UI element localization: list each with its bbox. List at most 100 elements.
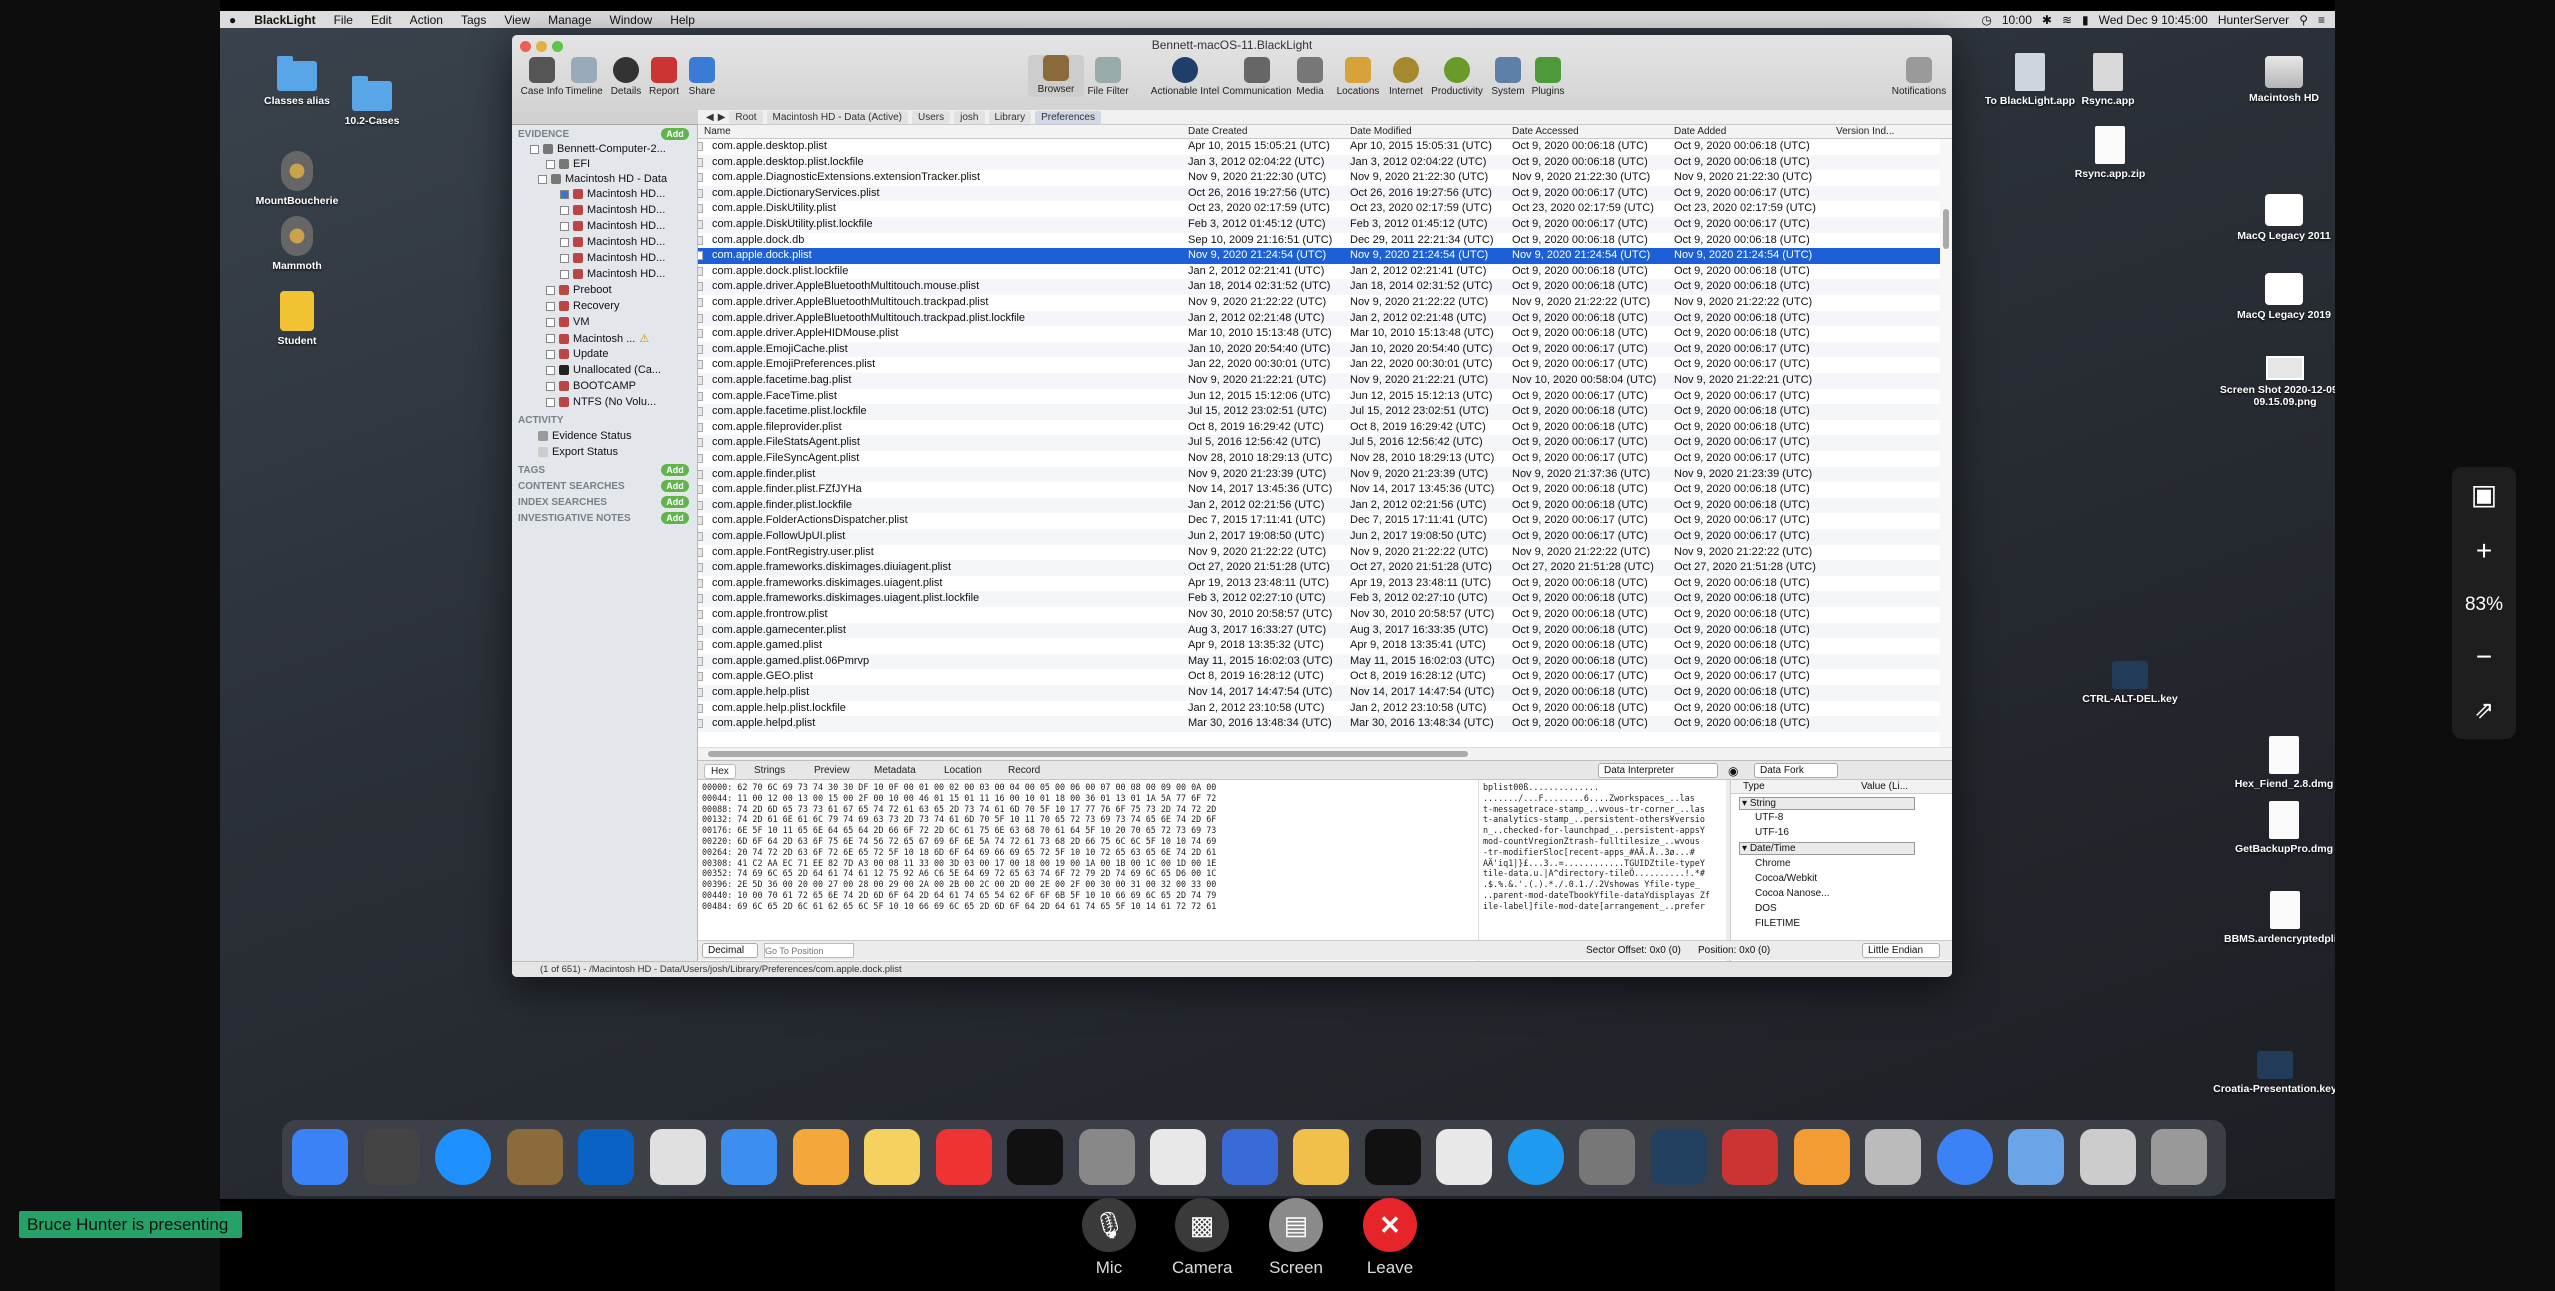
table-row[interactable]: com.apple.driver.AppleBluetoothMultitouc…: [698, 295, 1952, 311]
apple-menu-icon[interactable]: ●: [220, 13, 245, 27]
finder-icon[interactable]: [292, 1129, 348, 1185]
control-center-icon[interactable]: ≡: [2318, 13, 2325, 27]
table-row[interactable]: com.apple.FileStatsAgent.plist Jul 5, 201…: [698, 435, 1952, 451]
interp-group-string[interactable]: ▾ String: [1739, 797, 1915, 810]
section-tags[interactable]: TAGS: [518, 465, 545, 476]
table-row[interactable]: com.apple.finder.plist.lockfile Jan 2, 20…: [698, 497, 1952, 514]
scroll-thumb[interactable]: [1943, 209, 1949, 249]
battery-icon[interactable]: ▮: [2082, 13, 2089, 27]
tree-item[interactable]: NTFS (No Volu...: [546, 396, 656, 408]
toolbar-share[interactable]: Share: [674, 57, 730, 97]
menu-action[interactable]: Action: [401, 13, 452, 27]
breadcrumb-library[interactable]: Library: [988, 110, 1032, 124]
preview-icon[interactable]: [1078, 1129, 1135, 1185]
numbers-icon[interactable]: [1150, 1129, 1206, 1185]
tree-item[interactable]: Macintosh HD...: [560, 204, 665, 216]
eye-icon[interactable]: ◉: [1728, 764, 1738, 778]
menu-view[interactable]: View: [495, 13, 539, 27]
notes-icon[interactable]: [864, 1129, 920, 1185]
desktop-icon-rsync-app[interactable]: Rsync.app: [2043, 53, 2173, 107]
tree-item[interactable]: Update: [546, 348, 608, 360]
zoom-out-button[interactable]: −: [2452, 629, 2516, 685]
app-store-icon[interactable]: [1507, 1129, 1564, 1185]
menu-tags[interactable]: Tags: [452, 13, 495, 27]
table-row[interactable]: com.apple.EmojiPreferences.plist Jan 22, …: [698, 357, 1952, 373]
add-note-button[interactable]: Add: [661, 512, 689, 524]
col-date-modified[interactable]: Date Modified: [1350, 126, 1412, 137]
desktop-icon-rsync-zip[interactable]: Rsync.app.zip: [2045, 126, 2175, 180]
table-row[interactable]: com.apple.DictionaryServices.plist Oct 26…: [698, 185, 1952, 202]
image-capture-icon[interactable]: [1650, 1129, 1707, 1185]
mic-button[interactable]: 🎙 Mic: [1079, 1198, 1139, 1278]
messages-icon[interactable]: [721, 1129, 777, 1185]
desktop-icon-student[interactable]: Student: [232, 291, 362, 347]
leave-button[interactable]: ✕ Leave: [1360, 1198, 1420, 1278]
textedit-icon[interactable]: [1436, 1129, 1492, 1185]
table-row[interactable]: com.apple.finder.plist.FZfJYHa Nov 14, 20…: [698, 482, 1952, 498]
desktop-icon-getbackup[interactable]: GetBackupPro.dmg: [2219, 801, 2335, 855]
tab-strings[interactable]: Strings: [748, 764, 791, 777]
breadcrumb-preferences[interactable]: Preferences: [1035, 110, 1101, 124]
tree-item[interactable]: Macintosh HD...: [560, 188, 665, 200]
toolbar-actionable-intel[interactable]: Actionable Intel: [1148, 57, 1222, 97]
table-row[interactable]: com.apple.driver.AppleHIDMouse.plist Mar …: [698, 326, 1952, 342]
section-investigative-notes[interactable]: INVESTIGATIVE NOTES: [518, 513, 631, 524]
toolbar-productivity[interactable]: Productivity: [1426, 57, 1488, 97]
table-row[interactable]: com.apple.EmojiCache.plist Jan 10, 2020 2…: [698, 341, 1952, 358]
data-fork-select[interactable]: Data Fork: [1754, 763, 1838, 778]
interp-item[interactable]: Cocoa/Webkit: [1755, 873, 1817, 884]
system-preferences-icon[interactable]: [1579, 1129, 1635, 1185]
col-date-added[interactable]: Date Added: [1674, 126, 1726, 137]
evidence-status-item[interactable]: Evidence Status: [538, 430, 632, 442]
col-name[interactable]: Name: [704, 126, 731, 137]
table-row[interactable]: com.apple.DiagnosticExtensions.extension…: [698, 170, 1952, 186]
pop-out-icon[interactable]: ⇗: [2452, 683, 2516, 739]
col-date-created[interactable]: Date Created: [1188, 126, 1247, 137]
breadcrumb-root[interactable]: Root: [729, 110, 763, 124]
bluetooth-icon[interactable]: ✱: [2042, 13, 2052, 27]
wifi-icon[interactable]: ≋: [2062, 13, 2072, 27]
desktop-icon-cases[interactable]: 10.2-Cases: [307, 76, 437, 127]
tab-metadata[interactable]: Metadata: [868, 764, 922, 777]
mail-icon[interactable]: [506, 1129, 563, 1185]
table-row[interactable]: com.apple.dock.plist.lockfile Jan 2, 2012…: [698, 264, 1952, 280]
slack-icon[interactable]: [649, 1129, 706, 1185]
section-content-searches[interactable]: CONTENT SEARCHES: [518, 481, 625, 492]
menu-app-name[interactable]: BlackLight: [245, 13, 324, 27]
table-row[interactable]: com.apple.driver.AppleBluetoothMultitouc…: [698, 310, 1952, 327]
camera-button[interactable]: ▩ Camera: [1172, 1198, 1232, 1278]
desktop-icon-macq-2019[interactable]: MacQ Legacy 2019: [2219, 273, 2335, 321]
horizontal-scrollbar[interactable]: [698, 747, 1952, 760]
table-row[interactable]: com.apple.frameworks.diskimages.uiagent.…: [698, 576, 1952, 592]
table-row[interactable]: com.apple.fileprovider.plist Oct 8, 2019 …: [698, 420, 1952, 436]
spotlight-icon[interactable]: ⚲: [2299, 13, 2308, 27]
table-row[interactable]: com.apple.FaceTime.plist Jun 12, 2015 15:…: [698, 389, 1952, 405]
documents-stack-icon[interactable]: [2079, 1129, 2136, 1185]
screenflow-icon[interactable]: [1722, 1129, 1778, 1185]
menu-file[interactable]: File: [325, 13, 362, 27]
tree-item[interactable]: Macintosh HD - Data: [538, 173, 667, 185]
col-version[interactable]: Version Ind...: [1836, 126, 1894, 137]
desktop-icon-bbms[interactable]: BBMS.ardencryptedplist: [2210, 891, 2335, 945]
menu-edit[interactable]: Edit: [362, 13, 401, 27]
menu-datetime[interactable]: Wed Dec 9 10:45:00: [2099, 13, 2208, 27]
menu-user[interactable]: HunterServer: [2218, 13, 2289, 27]
tree-item[interactable]: Macintosh HD...: [560, 220, 665, 232]
interp-col-type[interactable]: Type: [1743, 781, 1765, 792]
interp-item[interactable]: FILETIME: [1755, 918, 1800, 929]
table-row[interactable]: com.apple.GEO.plist Oct 8, 2019 16:28:12 …: [698, 669, 1952, 685]
table-row[interactable]: com.apple.helpd.plist Mar 30, 2016 13:48:…: [698, 716, 1952, 732]
tree-item[interactable]: Macintosh HD...: [560, 268, 665, 280]
desktop-icon-macq-2011[interactable]: MacQ Legacy 2011: [2219, 194, 2335, 242]
menu-help[interactable]: Help: [661, 13, 704, 27]
table-row[interactable]: com.apple.facetime.bag.plist Nov 9, 2020 …: [698, 373, 1952, 389]
screen-button[interactable]: ▤ Screen: [1266, 1198, 1326, 1278]
goto-position-input[interactable]: [764, 943, 854, 958]
vertical-scrollbar[interactable]: [1940, 139, 1952, 747]
table-row[interactable]: com.apple.dock.plist Nov 9, 2020 21:24:54…: [698, 248, 1952, 264]
table-row[interactable]: com.apple.help.plist Nov 14, 2017 14:47:5…: [698, 685, 1952, 701]
scroll-thumb[interactable]: [708, 751, 1468, 757]
photos-icon[interactable]: [792, 1129, 849, 1185]
tree-item[interactable]: Preboot: [546, 284, 612, 296]
table-row[interactable]: com.apple.facetime.plist.lockfile Jul 15,…: [698, 404, 1952, 420]
